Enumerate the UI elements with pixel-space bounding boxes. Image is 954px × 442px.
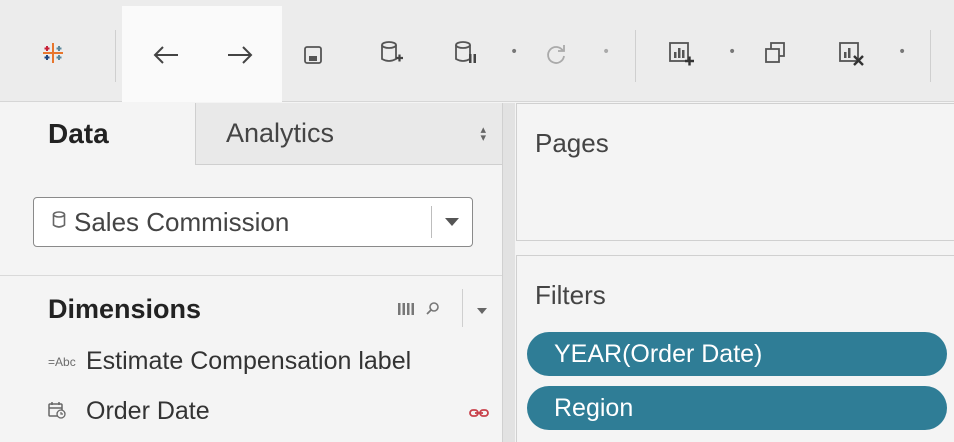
data-source-label: Sales Commission	[74, 206, 290, 237]
field-label: Order Date	[86, 397, 210, 425]
field-estimate-compensation-label[interactable]: =Abc Estimate Compensation label	[48, 347, 411, 376]
new-data-source-icon[interactable]	[376, 38, 406, 70]
dimensions-heading: Dimensions	[48, 294, 202, 324]
data-source-select[interactable]: Sales Commission	[33, 197, 473, 247]
tableau-workspace: • • • • Data Analytics ▴ ▾ Sales Commiss…	[0, 0, 954, 442]
filters-shelf[interactable]: Filters YEAR(Order Date) Region	[516, 255, 954, 442]
back-arrow-icon[interactable]	[150, 40, 182, 70]
refresh-dropdown-icon[interactable]: •	[602, 44, 610, 60]
string-type-icon: =Abc	[48, 354, 76, 369]
calendar-icon	[48, 401, 86, 422]
save-icon[interactable]	[300, 42, 326, 68]
dimensions-menu-icon[interactable]	[477, 308, 487, 314]
toolbar: • • • •	[0, 0, 954, 102]
pause-dropdown-icon[interactable]: •	[510, 44, 518, 60]
toolbar-separator	[635, 30, 636, 82]
clear-sheet-icon[interactable]	[836, 38, 866, 70]
divider	[0, 275, 502, 276]
new-worksheet-dropdown-icon[interactable]: •	[728, 44, 736, 60]
dimensions-tools-separator	[462, 289, 463, 327]
new-worksheet-icon[interactable]	[666, 38, 696, 70]
pages-title: Pages	[535, 128, 609, 158]
sort-arrows-icon[interactable]: ▴ ▾	[480, 125, 486, 144]
select-separator	[431, 206, 432, 238]
pause-data-icon[interactable]	[450, 38, 480, 70]
forward-arrow-icon[interactable]	[224, 40, 256, 70]
refresh-icon[interactable]	[542, 40, 570, 68]
search-icon[interactable]	[426, 301, 440, 320]
dimensions-tools	[398, 301, 440, 320]
link-icon	[469, 405, 489, 423]
filters-title: Filters	[535, 280, 606, 310]
pages-shelf[interactable]: Pages	[516, 103, 954, 241]
tab-analytics-label: Analytics	[226, 118, 335, 148]
data-pane: Data Analytics ▴ ▾ Sales Commission Dimen…	[0, 103, 502, 442]
filter-pill-year-order-date[interactable]: YEAR(Order Date)	[527, 332, 947, 376]
tab-analytics[interactable]: Analytics ▴ ▾	[195, 103, 502, 165]
pane-splitter[interactable]	[502, 103, 515, 442]
filter-pill-region[interactable]: Region	[527, 386, 947, 430]
chevron-down-icon[interactable]	[445, 218, 459, 226]
toolbar-separator	[930, 30, 931, 82]
tab-data[interactable]: Data	[0, 103, 195, 165]
field-order-date[interactable]: Order Date	[48, 397, 210, 426]
back-forward-highlight	[122, 6, 282, 102]
clear-sheet-dropdown-icon[interactable]: •	[898, 44, 906, 60]
tableau-logo-icon[interactable]	[40, 40, 66, 66]
view-columns-icon[interactable]	[398, 302, 414, 320]
database-icon	[52, 210, 66, 234]
toolbar-separator	[115, 30, 116, 82]
duplicate-sheet-icon[interactable]	[760, 38, 790, 68]
field-label: Estimate Compensation label	[86, 347, 412, 375]
